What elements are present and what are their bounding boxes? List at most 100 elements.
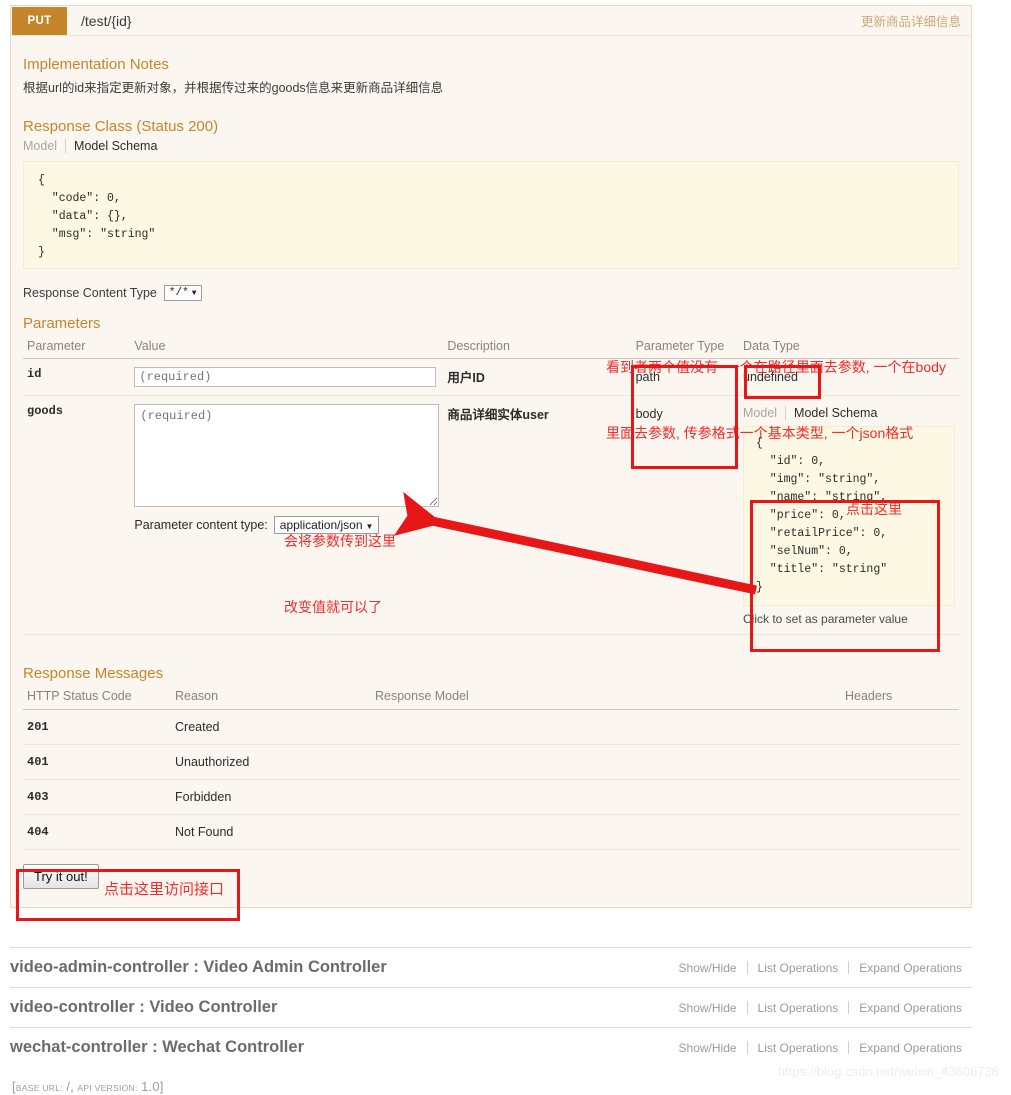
rm-header-headers: Headers [841,686,959,710]
rm-model [371,814,841,850]
rm-headers [841,709,959,745]
list-operations-link[interactable]: List Operations [748,961,849,975]
param-header-parameter-type: Parameter Type [631,336,739,359]
implementation-notes-title: Implementation Notes [23,56,169,73]
response-model-tabs: Model Model Schema [23,139,959,153]
show-hide-link[interactable]: Show/Hide [669,1001,747,1015]
rm-header-reason: Reason [171,686,371,710]
resource-options: Show/Hide List Operations Expand Operati… [669,961,972,975]
parameters-header-row: Parameter Value Description Parameter Ty… [23,336,959,359]
expand-operations-link[interactable]: Expand Operations [849,961,972,975]
rm-reason: Not Found [171,814,371,850]
watermark-text: https://blog.csdn.net/weixin_43606738 [777,1064,999,1079]
list-operations-link[interactable]: List Operations [748,1041,849,1055]
rm-code: 401 [23,744,171,780]
footer-api-version-value: 1.0 [141,1079,160,1094]
rm-reason: Unauthorized [171,744,371,780]
operation-path[interactable]: /test/{id} [81,13,132,29]
operation-summary: 更新商品详细信息 [860,15,961,29]
tab-model-schema[interactable]: Model Schema [786,406,877,420]
param-data-type-id: undefined [739,358,959,396]
rm-headers [841,744,959,780]
swagger-ui-page: PUT /test/{id} 更新商品详细信息 Implementation N… [0,0,1011,1095]
response-content-type-label: Response Content Type [23,286,157,300]
rm-model [371,779,841,815]
param-header-parameter: Parameter [23,336,131,359]
table-row: id 用户ID path undefined [23,358,959,396]
list-operations-link[interactable]: List Operations [748,1001,849,1015]
resource-row-wechat-controller: wechat-controller : Wechat Controller Sh… [10,1027,972,1067]
param-header-value: Value [130,336,444,359]
tab-model-schema[interactable]: Model Schema [66,139,157,153]
operation-body: Implementation Notes 根据url的id来指定更新对象，并根据… [11,36,971,907]
expand-operations-link[interactable]: Expand Operations [849,1041,972,1055]
chevron-down-icon: ▼ [191,289,197,298]
show-hide-link[interactable]: Show/Hide [669,961,747,975]
http-method-badge: PUT [12,6,67,35]
response-content-type-value: */* [168,287,189,299]
expand-operations-link[interactable]: Expand Operations [849,1001,972,1015]
goods-schema-click-hint: Click to set as parameter value [743,612,908,626]
rm-code: 201 [23,709,171,745]
tab-model[interactable]: Model [23,139,65,153]
rm-model [371,744,841,780]
rm-headers [841,814,959,850]
param-name-id: id [23,358,131,396]
footer-base-info: [BASE URL: /, API VERSION: 1.0] [12,1079,164,1094]
rm-header-response-model: Response Model [371,686,841,710]
response-class-title: Response Class (Status 200) [23,118,219,135]
resource-options: Show/Hide List Operations Expand Operati… [669,1001,972,1015]
rm-model [371,709,841,745]
rm-header-status-code: HTTP Status Code [23,686,171,710]
rm-code: 404 [23,814,171,850]
param-type-goods: body [631,395,739,635]
parameter-content-type-label: Parameter content type: [134,518,268,532]
rm-headers [841,779,959,815]
tab-model[interactable]: Model [743,406,785,420]
response-messages-title: Response Messages [23,665,164,682]
resource-row-video-admin-controller: video-admin-controller : Video Admin Con… [10,947,972,987]
resource-title[interactable]: wechat-controller : Wechat Controller [10,1038,304,1057]
table-row: 201 Created [23,709,959,745]
param-value-textarea-goods[interactable] [134,404,440,507]
param-name-goods: goods [23,395,131,635]
show-hide-link[interactable]: Show/Hide [669,1041,747,1055]
table-row: 404 Not Found [23,814,959,850]
parameter-content-type-row: Parameter content type: application/json… [134,516,439,534]
rm-reason: Forbidden [171,779,371,815]
response-content-type-row: Response Content Type */* ▼ [23,285,959,301]
chevron-down-icon: ▼ [365,522,374,531]
param-type-id: path [631,358,739,396]
resource-title[interactable]: video-admin-controller : Video Admin Con… [10,958,387,977]
parameter-content-type-select[interactable]: application/json ▼ [273,516,380,534]
response-messages-table: HTTP Status Code Reason Response Model H… [23,686,959,850]
implementation-notes-text: 根据url的id来指定更新对象，并根据传过来的goods信息来更新商品详细信息 [23,81,444,95]
resource-row-video-controller: video-controller : Video Controller Show… [10,987,972,1027]
param-header-description: Description [443,336,632,359]
footer-api-version-label: API VERSION: [77,1083,138,1093]
try-it-out-button[interactable]: Try it out! [23,864,99,889]
rm-reason: Created [171,709,371,745]
param-header-data-type: Data Type [739,336,959,359]
goods-model-schema-code[interactable]: { "id": 0, "img": "string", "name": "str… [743,426,955,606]
resource-title[interactable]: video-controller : Video Controller [10,998,277,1017]
operation-block-put-test-id: PUT /test/{id} 更新商品详细信息 Implementation N… [10,5,972,908]
parameters-table: Parameter Value Description Parameter Ty… [23,336,959,635]
param-value-cell-goods: Parameter content type: application/json… [130,395,444,635]
table-row: goods Parameter content type: applicatio… [23,395,959,635]
param-description-goods: 商品详细实体user [443,395,632,635]
param-data-type-goods: Model Model Schema { "id": 0, "img": "st… [739,395,959,635]
response-content-type-select[interactable]: */* ▼ [163,285,202,301]
parameters-title: Parameters [23,315,101,332]
param-description-id: 用户ID [443,358,632,396]
resource-options: Show/Hide List Operations Expand Operati… [669,1041,972,1055]
response-messages-header-row: HTTP Status Code Reason Response Model H… [23,686,959,710]
table-row: 401 Unauthorized [23,744,959,780]
goods-model-tabs: Model Model Schema [743,406,955,420]
response-schema-code: { "code": 0, "data": {}, "msg": "string"… [23,161,959,269]
footer-base-url-label: BASE URL: [15,1083,63,1093]
table-row: 403 Forbidden [23,779,959,815]
param-value-cell-id [130,358,444,396]
param-value-input-id[interactable] [134,367,437,387]
operation-header[interactable]: PUT /test/{id} 更新商品详细信息 [11,6,971,36]
